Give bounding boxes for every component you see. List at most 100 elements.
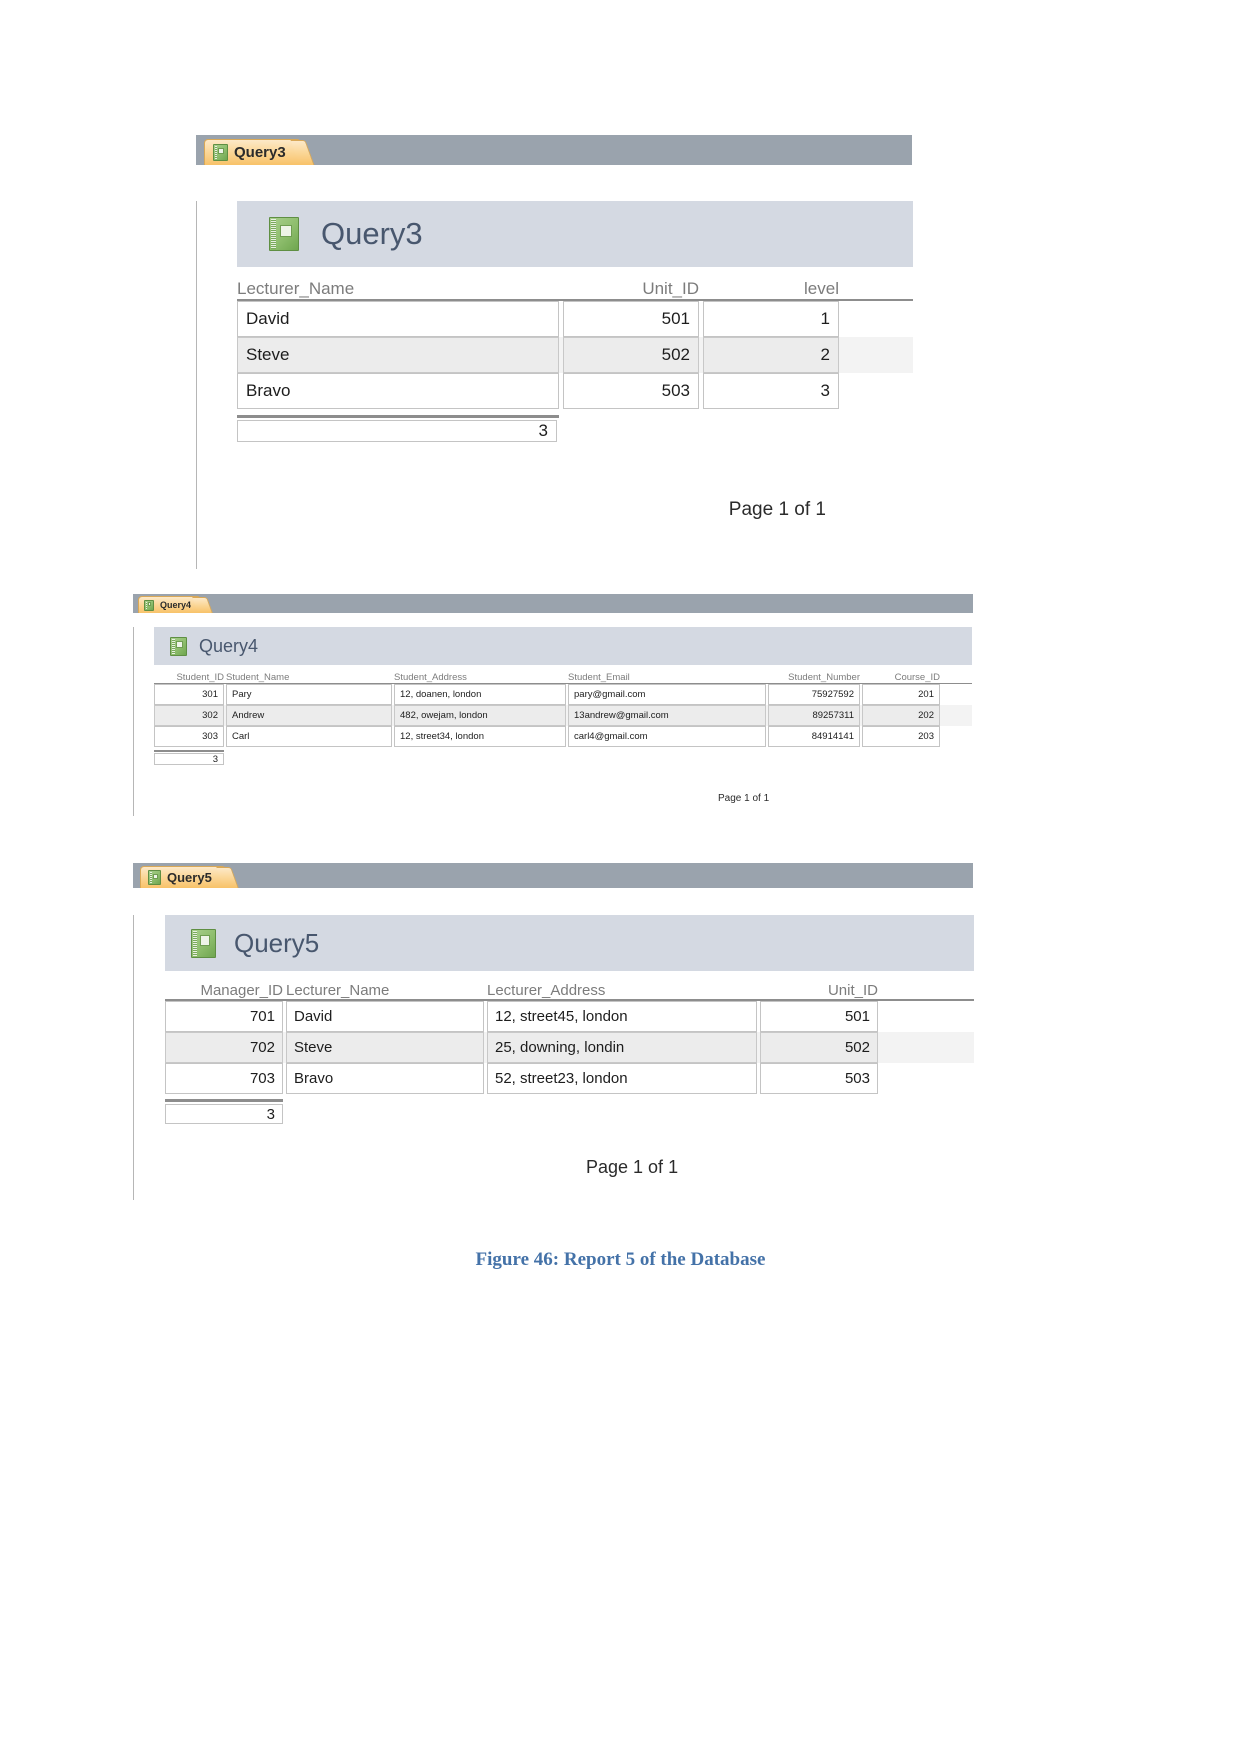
report-notebook-icon <box>191 928 216 958</box>
page-footer: Page 1 of 1 <box>586 1157 679 1177</box>
cell-student-id: 301 <box>154 684 224 705</box>
record-count-cell: 3 <box>165 1104 283 1124</box>
cell-lecturer-name: David <box>237 301 559 337</box>
column-header-student-id: Student_ID <box>176 672 224 683</box>
column-header-student-name: Student_Name <box>226 672 290 683</box>
report-notebook-icon <box>269 217 299 251</box>
report-notebook-icon <box>213 144 228 161</box>
cell-manager-id: 703 <box>165 1063 283 1094</box>
cell-lecturer-address: 25, downing, londin <box>487 1032 757 1063</box>
cell-level: 1 <box>703 301 839 337</box>
cell-student-number: 84914141 <box>768 726 860 747</box>
report-title: Query3 <box>321 216 423 251</box>
document-tab-label: Query3 <box>234 144 286 161</box>
document-tab-query4[interactable]: Query4 <box>138 596 213 613</box>
column-header-lecturer-name: Lecturer_Name <box>286 982 390 999</box>
cell-level: 2 <box>703 337 839 373</box>
cell-unit-id: 501 <box>563 301 699 337</box>
cell-manager-id: 702 <box>165 1032 283 1063</box>
tab-edge-decoration <box>192 597 213 613</box>
cell-lecturer-address: 52, street23, london <box>487 1063 757 1094</box>
tab-edge-decoration <box>215 867 239 888</box>
document-tab-bar: Query3 <box>196 135 912 165</box>
cell-student-id: 302 <box>154 705 224 726</box>
document-tab-bar: Query4 <box>133 594 973 613</box>
cell-student-name: Pary <box>226 684 392 705</box>
record-count-cell: 3 <box>154 753 224 765</box>
cell-student-number: 89257311 <box>768 705 860 726</box>
summary-divider <box>237 415 559 418</box>
column-header-unit-id: Unit_ID <box>827 982 878 999</box>
document-tab-query5[interactable]: Query5 <box>140 866 239 888</box>
report-header: Query4 <box>154 627 972 665</box>
cell-unit-id: 501 <box>760 1001 878 1032</box>
column-header-manager-id: Manager_ID <box>200 982 283 999</box>
report-title: Query5 <box>234 927 320 958</box>
cell-lecturer-name: Bravo <box>237 373 559 409</box>
report-notebook-icon <box>144 599 154 611</box>
document-tab-label: Query4 <box>160 600 192 610</box>
table-row[interactable]: 301 Pary 12, doanen, london pary@gmail.c… <box>154 684 972 705</box>
document-tab-label: Query5 <box>167 870 212 885</box>
cell-student-email: pary@gmail.com <box>568 684 766 705</box>
cell-unit-id: 502 <box>760 1032 878 1063</box>
column-header-student-address: Student_Address <box>394 672 467 683</box>
report-header: Query5 <box>165 915 974 971</box>
table-row[interactable]: 703 Bravo 52, street23, london 503 <box>165 1063 974 1094</box>
tab-edge-decoration <box>290 140 315 165</box>
access-report-window-query5: Query5 Query5 Manager_ID Lecturer_Name L… <box>133 863 974 1200</box>
cell-manager-id: 701 <box>165 1001 283 1032</box>
column-header-course-id: Course_ID <box>894 672 940 683</box>
cell-level: 3 <box>703 373 839 409</box>
access-report-window-query3: Query3 Query3 Lecturer_Name Unit_ID leve… <box>196 135 913 569</box>
cell-unit-id: 502 <box>563 337 699 373</box>
table-row[interactable]: Bravo 503 3 <box>237 373 913 409</box>
table-row[interactable]: David 501 1 <box>237 301 913 337</box>
cell-student-address: 12, doanen, london <box>394 684 566 705</box>
cell-student-number: 75927592 <box>768 684 860 705</box>
figure-caption: Figure 46: Report 5 of the Database <box>475 1249 766 1270</box>
column-header-unit-id: Unit_ID <box>642 279 699 298</box>
report-canvas: Query3 Lecturer_Name Unit_ID level David… <box>196 201 913 569</box>
cell-student-address: 12, street34, london <box>394 726 566 747</box>
cell-student-name: Andrew <box>226 705 392 726</box>
column-header-lecturer-address: Lecturer_Address <box>487 982 606 999</box>
table-row[interactable]: 302 Andrew 482, owejam, london 13andrew@… <box>154 705 972 726</box>
column-header-row: Student_ID Student_Name Student_Address … <box>154 672 972 683</box>
table-row[interactable]: 701 David 12, street45, london 501 <box>165 1001 974 1032</box>
table-row[interactable]: 303 Carl 12, street34, london carl4@gmai… <box>154 726 972 747</box>
table-row[interactable]: 702 Steve 25, downing, londin 502 <box>165 1032 974 1063</box>
column-header-student-email: Student_Email <box>568 672 630 683</box>
report-canvas: Query4 Student_ID Student_Name Student_A… <box>133 627 973 816</box>
page-footer: Page 1 of 1 <box>718 793 770 804</box>
record-count-cell: 3 <box>237 420 557 442</box>
summary-divider <box>165 1099 283 1102</box>
cell-student-name: Carl <box>226 726 392 747</box>
cell-unit-id: 503 <box>760 1063 878 1094</box>
table-row[interactable]: Steve 502 2 <box>237 337 913 373</box>
column-header-row: Manager_ID Lecturer_Name Lecturer_Addres… <box>165 982 974 999</box>
report-canvas: Query5 Manager_ID Lecturer_Name Lecturer… <box>133 915 974 1200</box>
cell-student-email: 13andrew@gmail.com <box>568 705 766 726</box>
document-tab-query3[interactable]: Query3 <box>204 139 315 165</box>
column-header-lecturer-name: Lecturer_Name <box>237 279 355 298</box>
document-tab-bar: Query5 <box>133 863 973 888</box>
access-report-window-query4: Query4 Query4 Student_ID Student_Name St… <box>133 594 973 816</box>
cell-course-id: 201 <box>862 684 940 705</box>
cell-lecturer-address: 12, street45, london <box>487 1001 757 1032</box>
report-title: Query4 <box>199 635 259 656</box>
cell-student-address: 482, owejam, london <box>394 705 566 726</box>
cell-unit-id: 503 <box>563 373 699 409</box>
report-header: Query3 <box>237 201 913 267</box>
cell-student-id: 303 <box>154 726 224 747</box>
cell-student-email: carl4@gmail.com <box>568 726 766 747</box>
cell-course-id: 202 <box>862 705 940 726</box>
column-header-level: level <box>804 279 839 298</box>
cell-course-id: 203 <box>862 726 940 747</box>
page-footer: Page 1 of 1 <box>728 499 826 520</box>
cell-lecturer-name: David <box>286 1001 484 1032</box>
report-notebook-icon <box>170 636 187 656</box>
report-notebook-icon <box>148 870 161 885</box>
cell-lecturer-name: Steve <box>286 1032 484 1063</box>
summary-divider <box>154 750 224 752</box>
